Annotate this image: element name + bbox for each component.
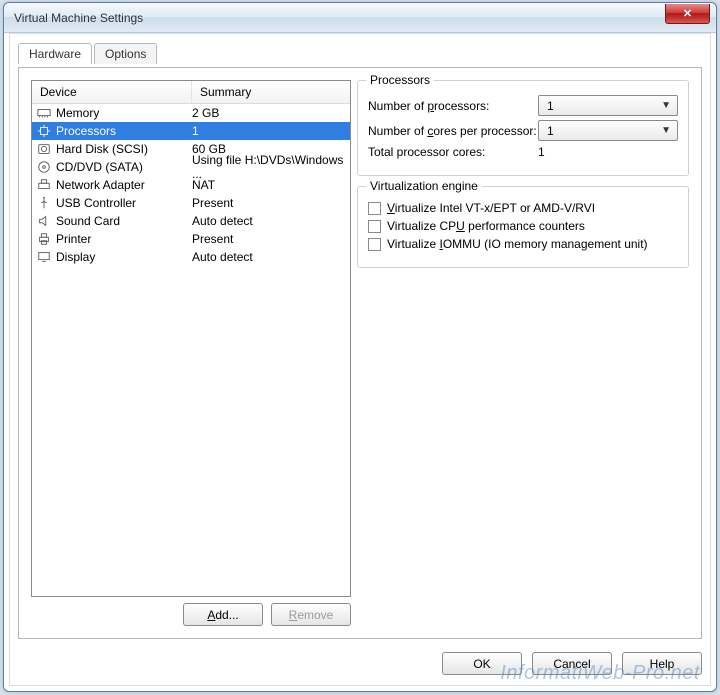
device-label: Network Adapter <box>56 178 145 192</box>
device-list-header: Device Summary <box>32 81 350 104</box>
add-button[interactable]: Add... <box>183 603 263 626</box>
col-device[interactable]: Device <box>32 81 192 103</box>
device-row-display[interactable]: Display Auto detect <box>32 248 350 266</box>
group-virtualization: Virtualization engine Virtualize Intel V… <box>357 186 689 268</box>
checkbox-iommu[interactable] <box>368 238 381 251</box>
chevron-down-icon: ▼ <box>661 125 671 136</box>
device-row-usb[interactable]: USB Controller Present <box>32 194 350 212</box>
sound-icon <box>36 214 52 228</box>
device-summary: Auto detect <box>192 250 346 264</box>
window-title: Virtual Machine Settings <box>14 11 143 25</box>
harddisk-icon <box>36 142 52 156</box>
checkbox-vtx[interactable] <box>368 202 381 215</box>
remove-button[interactable]: Remove <box>271 603 351 626</box>
group-processors: Processors Number of processors: 1 ▼ Num… <box>357 80 689 176</box>
checkbox-perf[interactable] <box>368 220 381 233</box>
device-summary: 2 GB <box>192 106 346 120</box>
titlebar: Virtual Machine Settings ✕ <box>4 3 716 33</box>
device-summary: NAT <box>192 178 346 192</box>
tab-page-hardware: Device Summary Memory 2 GB Processors 1 <box>18 67 702 639</box>
cancel-button[interactable]: Cancel <box>532 652 612 675</box>
chevron-down-icon: ▼ <box>661 100 671 111</box>
cores-value: 1 <box>547 124 554 138</box>
device-row-sound[interactable]: Sound Card Auto detect <box>32 212 350 230</box>
device-summary: Using file H:\DVDs\Windows ... <box>192 153 346 181</box>
cores-per-processor-label: Number of cores per processor: <box>368 124 538 138</box>
device-row-printer[interactable]: Printer Present <box>32 230 350 248</box>
device-list: Device Summary Memory 2 GB Processors 1 <box>31 80 351 597</box>
cd-icon <box>36 160 52 174</box>
device-label: Processors <box>56 124 116 138</box>
checkbox-vtx-label: Virtualize Intel VT-x/EPT or AMD-V/RVI <box>387 201 595 215</box>
device-label: CD/DVD (SATA) <box>56 160 143 174</box>
device-row-cddvd[interactable]: CD/DVD (SATA) Using file H:\DVDs\Windows… <box>32 158 350 176</box>
total-cores-label: Total processor cores: <box>368 145 538 159</box>
device-label: Hard Disk (SCSI) <box>56 142 148 156</box>
group-legend: Virtualization engine <box>366 179 482 193</box>
network-icon <box>36 178 52 192</box>
device-summary: Present <box>192 232 346 246</box>
device-label: USB Controller <box>56 196 136 210</box>
device-panel: Device Summary Memory 2 GB Processors 1 <box>31 80 351 626</box>
detail-panel: Processors Number of processors: 1 ▼ Num… <box>357 80 689 626</box>
processor-icon <box>36 124 52 138</box>
printer-icon <box>36 232 52 246</box>
num-processors-label: Number of processors: <box>368 99 538 113</box>
ok-button[interactable]: OK <box>442 652 522 675</box>
tabstrip: Hardware Options <box>10 34 710 63</box>
total-cores-value: 1 <box>538 145 678 159</box>
device-summary: Present <box>192 196 346 210</box>
help-button[interactable]: Help <box>622 652 702 675</box>
device-label: Sound Card <box>56 214 120 228</box>
cores-per-processor-dropdown[interactable]: 1 ▼ <box>538 120 678 141</box>
window: Virtual Machine Settings ✕ Hardware Opti… <box>3 2 717 692</box>
close-button[interactable]: ✕ <box>665 4 710 24</box>
device-row-processors[interactable]: Processors 1 <box>32 122 350 140</box>
client-area: Hardware Options Device Summary Memory 2… <box>9 33 711 686</box>
device-label: Printer <box>56 232 91 246</box>
memory-icon <box>36 106 52 120</box>
checkbox-iommu-label: Virtualize IOMMU (IO memory management u… <box>387 237 648 251</box>
tab-hardware[interactable]: Hardware <box>18 43 92 64</box>
device-summary: 1 <box>192 124 346 138</box>
dialog-footer: OK Cancel Help <box>18 652 702 675</box>
group-legend: Processors <box>366 73 434 87</box>
col-summary[interactable]: Summary <box>192 81 350 103</box>
num-processors-dropdown[interactable]: 1 ▼ <box>538 95 678 116</box>
num-processors-value: 1 <box>547 99 554 113</box>
close-icon: ✕ <box>683 7 692 20</box>
usb-icon <box>36 196 52 210</box>
device-label: Display <box>56 250 95 264</box>
device-summary: Auto detect <box>192 214 346 228</box>
checkbox-perf-label: Virtualize CPU performance counters <box>387 219 585 233</box>
device-row-network[interactable]: Network Adapter NAT <box>32 176 350 194</box>
device-label: Memory <box>56 106 99 120</box>
device-row-memory[interactable]: Memory 2 GB <box>32 104 350 122</box>
display-icon <box>36 250 52 264</box>
tab-options[interactable]: Options <box>94 43 157 64</box>
